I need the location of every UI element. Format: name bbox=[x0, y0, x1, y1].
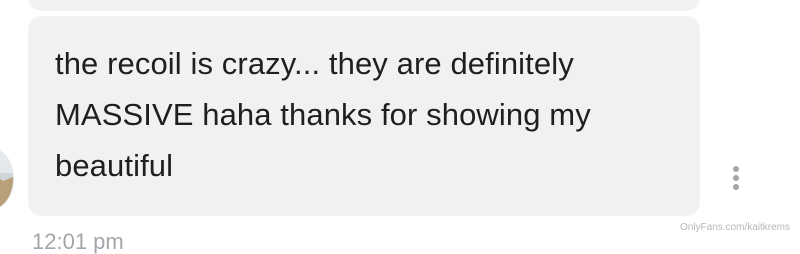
message-bubble[interactable]: the recoil is crazy... they are definite… bbox=[28, 16, 700, 216]
avatar[interactable] bbox=[0, 148, 14, 210]
avatar-photo-icon bbox=[0, 149, 13, 209]
message-text: the recoil is crazy... they are definite… bbox=[55, 46, 591, 183]
more-options-button[interactable] bbox=[726, 162, 746, 194]
previous-message-bubble bbox=[28, 0, 700, 11]
ellipsis-vertical-icon bbox=[733, 166, 739, 172]
message-timestamp: 12:01 pm bbox=[32, 229, 124, 254]
watermark: OnlyFans.com/kaitkrems bbox=[679, 222, 790, 233]
